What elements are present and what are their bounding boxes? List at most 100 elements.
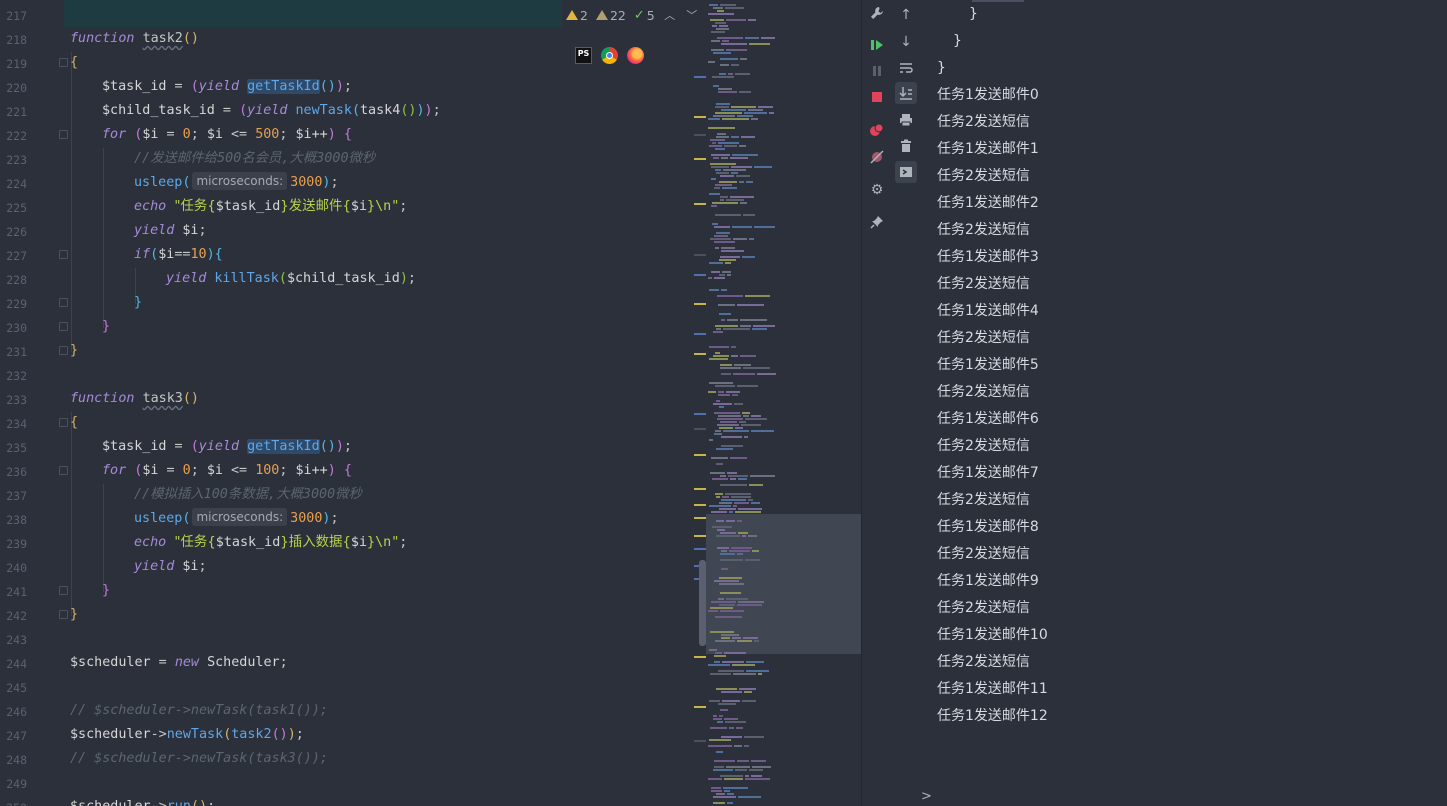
line-number[interactable]: 219 <box>0 52 27 76</box>
trash-icon[interactable] <box>895 135 917 157</box>
mute-breakpoints-icon[interactable] <box>866 146 888 168</box>
rerun-icon[interactable] <box>866 34 888 56</box>
minimap-line <box>711 178 716 180</box>
breakpoints-icon[interactable] <box>866 119 888 141</box>
stop-icon[interactable] <box>866 86 888 108</box>
weak-warnings-indicator[interactable]: 22 <box>595 8 626 23</box>
minimap-line <box>715 247 719 249</box>
console-prompt[interactable]: > <box>921 789 932 804</box>
firefox-icon[interactable] <box>627 47 644 64</box>
paren: ( <box>351 103 360 118</box>
wrench-icon[interactable] <box>866 2 888 24</box>
error-stripe-mark[interactable] <box>694 76 706 78</box>
separator: ; <box>190 127 207 142</box>
pause-icon[interactable] <box>866 60 888 82</box>
minimap-line <box>717 10 724 12</box>
keyword: yield <box>247 103 288 118</box>
error-stripe-mark[interactable] <box>694 303 706 305</box>
line-number[interactable]: 226 <box>0 220 27 244</box>
editor-scrollbar-thumb[interactable] <box>699 560 706 646</box>
console-scrollbar[interactable] <box>972 0 1024 2</box>
line-number[interactable]: 225 <box>0 196 27 220</box>
error-stripe-mark[interactable] <box>694 333 706 335</box>
error-stripe-mark[interactable] <box>694 548 706 550</box>
line-number[interactable]: 217 <box>0 4 27 28</box>
line-number[interactable]: 230 <box>0 316 27 340</box>
console-icon[interactable] <box>895 161 917 183</box>
line-number[interactable]: 218 <box>0 28 27 52</box>
error-stripe-mark[interactable] <box>694 517 706 519</box>
error-stripe-mark[interactable] <box>694 535 706 537</box>
line-number[interactable]: 246 <box>0 700 27 724</box>
line-number[interactable]: 221 <box>0 100 27 124</box>
chrome-icon[interactable] <box>601 47 618 64</box>
code-minimap[interactable] <box>706 0 861 806</box>
error-stripe-mark[interactable] <box>694 116 706 118</box>
down-arrow-icon[interactable]: ↓ <box>895 31 917 53</box>
print-icon[interactable] <box>895 109 917 131</box>
line-number[interactable]: 227 <box>0 244 27 268</box>
line-number[interactable]: 234 <box>0 412 27 436</box>
line-number[interactable]: 232 <box>0 364 27 388</box>
line-number[interactable]: 244 <box>0 652 27 676</box>
error-stripe-mark[interactable] <box>694 274 706 276</box>
line-number[interactable]: 228 <box>0 268 27 292</box>
error-stripe-mark[interactable] <box>694 353 706 355</box>
minimap-line <box>710 727 727 729</box>
line-number[interactable]: 248 <box>0 748 27 772</box>
error-stripe-mark[interactable] <box>694 254 706 256</box>
chevron-up-icon[interactable]: ︿ <box>663 7 677 23</box>
line-number[interactable]: 239 <box>0 532 27 556</box>
phpstorm-icon[interactable]: PS <box>575 47 592 64</box>
up-arrow-icon[interactable]: ↑ <box>895 4 917 26</box>
minimap-line <box>726 49 747 51</box>
line-number[interactable]: 223 <box>0 148 27 172</box>
pin-icon[interactable] <box>866 211 888 233</box>
settings-icon[interactable]: ⚙ <box>866 179 888 201</box>
line-number[interactable]: 222 <box>0 124 27 148</box>
line-number[interactable]: 238 <box>0 508 27 532</box>
minimap-line <box>732 664 755 666</box>
line-number[interactable]: 247 <box>0 724 27 748</box>
run-console[interactable]: } } } 任务1发送邮件0 任务2发送短信 任务1发送邮件1 任务2发送短信 任务1发… <box>921 0 1447 806</box>
line-number[interactable]: 231 <box>0 340 27 364</box>
error-stripe-mark[interactable] <box>694 134 706 136</box>
line-number[interactable]: 220 <box>0 76 27 100</box>
minimap-line <box>733 505 737 507</box>
error-stripe[interactable] <box>694 0 706 806</box>
error-stripe-mark[interactable] <box>694 413 706 415</box>
line-number[interactable]: 250 <box>0 796 27 806</box>
error-stripe-mark[interactable] <box>694 656 706 658</box>
line-number[interactable]: 233 <box>0 388 27 412</box>
minimap-line <box>746 661 764 663</box>
minimap-line <box>713 115 735 117</box>
line-number[interactable]: 229 <box>0 292 27 316</box>
soft-wrap-icon[interactable] <box>895 57 917 79</box>
error-stripe-mark[interactable] <box>694 504 706 506</box>
ok-indicator[interactable]: ✓ 5 <box>634 8 655 23</box>
error-stripe-mark[interactable] <box>694 428 706 430</box>
scroll-to-end-icon[interactable] <box>895 82 917 104</box>
line-number[interactable]: 242 <box>0 604 27 628</box>
error-stripe-mark[interactable] <box>694 158 706 160</box>
line-number[interactable]: 224 <box>0 172 27 196</box>
minimap-line <box>730 478 736 480</box>
warnings-indicator[interactable]: 2 <box>566 8 588 23</box>
code-text-area[interactable]: function task2() { $task_id = (yield get… <box>64 0 706 806</box>
code-editor[interactable]: 217 218 219 220 221 222 223 224 225 226 227 228 229 2… <box>0 0 706 806</box>
error-stripe-mark[interactable] <box>694 488 706 490</box>
line-number[interactable]: 240 <box>0 556 27 580</box>
line-number[interactable]: 241 <box>0 580 27 604</box>
error-stripe-mark[interactable] <box>694 203 706 205</box>
error-stripe-mark[interactable] <box>694 454 706 456</box>
line-number[interactable]: 245 <box>0 676 27 700</box>
line-number[interactable]: 243 <box>0 628 27 652</box>
line-number[interactable]: 236 <box>0 460 27 484</box>
error-stripe-mark[interactable] <box>694 706 706 708</box>
error-stripe-mark[interactable] <box>694 740 706 742</box>
line-number[interactable]: 235 <box>0 436 27 460</box>
paren: ) <box>327 463 336 478</box>
line-number[interactable]: 249 <box>0 772 27 796</box>
inspections-widget[interactable]: 2 22 ✓ 5 ︿ ﹀ <box>566 4 699 26</box>
line-number[interactable]: 237 <box>0 484 27 508</box>
